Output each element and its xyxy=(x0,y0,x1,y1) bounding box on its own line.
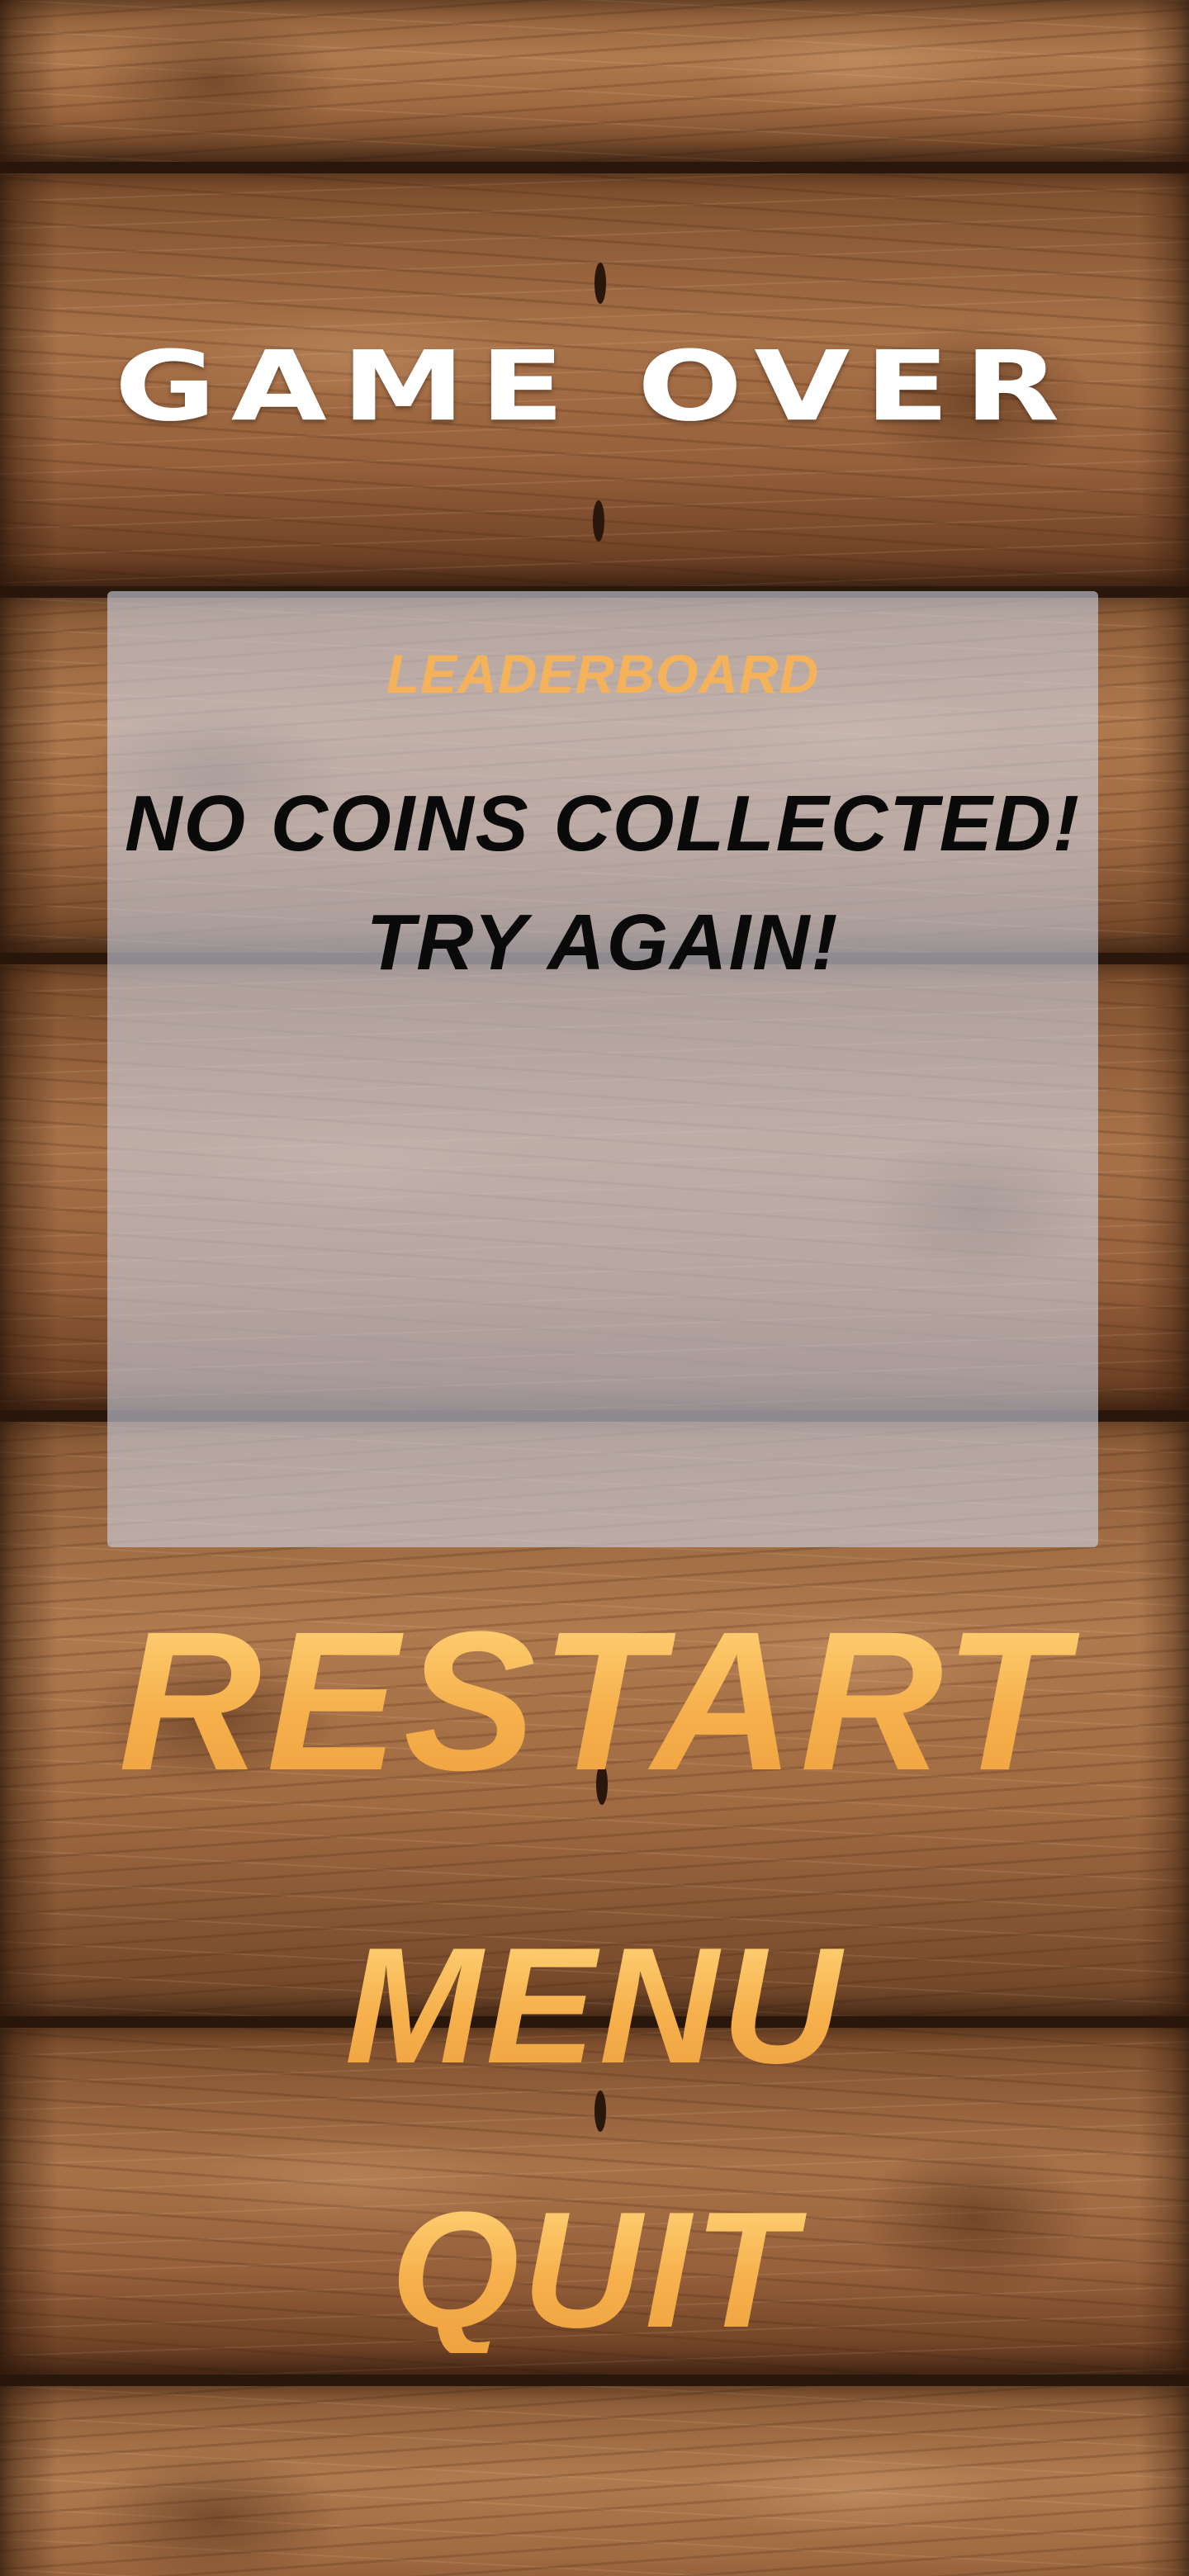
leaderboard-message: NO COINS COLLECTED! TRY AGAIN! xyxy=(107,765,1098,1002)
quit-button[interactable]: QUIT xyxy=(0,2188,1189,2353)
leaderboard-message-line: TRY AGAIN! xyxy=(366,898,840,987)
menu-button[interactable]: MENU xyxy=(0,1924,1189,2089)
wood-knot xyxy=(593,500,604,542)
leaderboard-message-line: NO COINS COLLECTED! xyxy=(125,779,1081,868)
wood-knot xyxy=(594,263,606,304)
wood-plank xyxy=(0,0,1189,173)
game-over-screen: GAME OVER LEADERBOARD NO COINS COLLECTED… xyxy=(0,0,1189,2576)
wood-plank xyxy=(0,2386,1189,2576)
leaderboard-panel: LEADERBOARD NO COINS COLLECTED! TRY AGAI… xyxy=(107,591,1098,1547)
leaderboard-heading: LEADERBOARD xyxy=(386,643,820,704)
game-over-title: GAME OVER xyxy=(114,330,1075,443)
restart-button[interactable]: RESTART xyxy=(0,1602,1189,1800)
